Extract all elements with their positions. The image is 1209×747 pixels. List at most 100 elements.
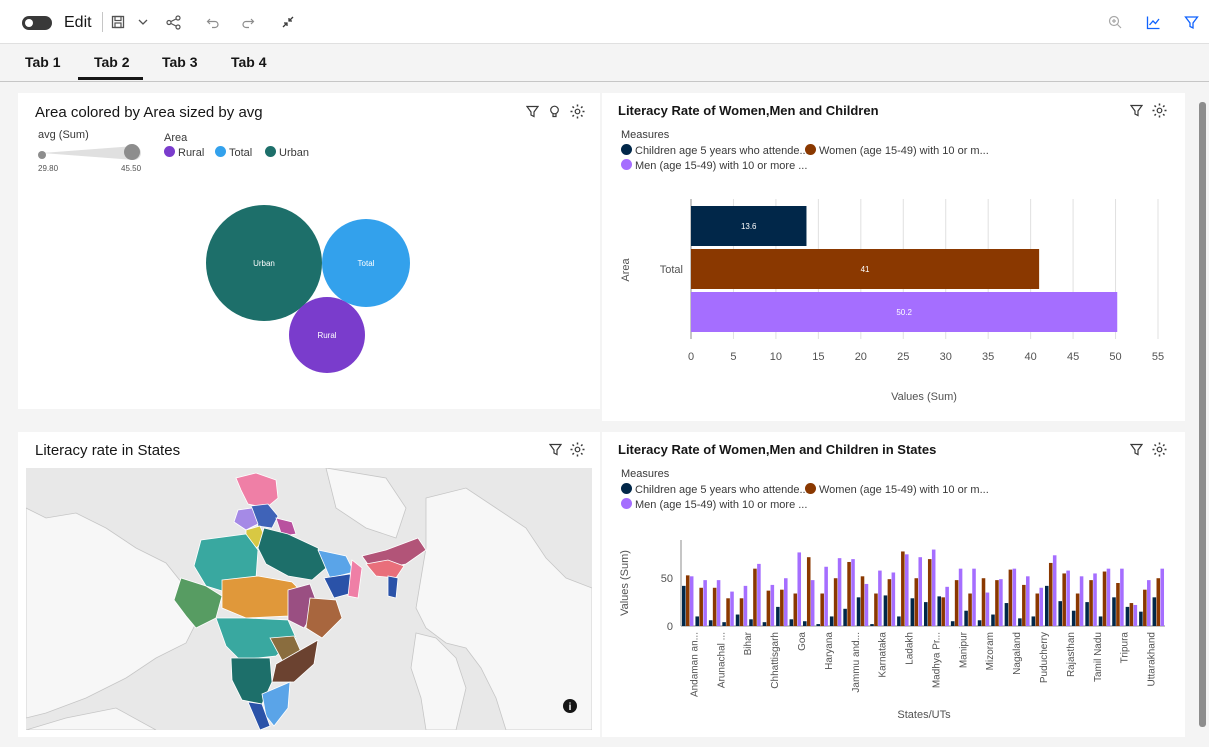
data-label: 50.2 xyxy=(896,308,912,317)
bar-women xyxy=(1035,593,1040,626)
tab-1[interactable]: Tab 1 xyxy=(25,54,61,70)
bar-children xyxy=(803,621,807,626)
bar-women xyxy=(1008,569,1013,626)
x-tick-label: Rajasthan xyxy=(1066,632,1077,677)
india-map[interactable]: i xyxy=(26,468,592,730)
line-chart-icon[interactable] xyxy=(1143,10,1163,34)
bar-men xyxy=(810,580,815,626)
undo-icon[interactable] xyxy=(203,10,223,34)
bar-men xyxy=(1133,604,1138,626)
bar-chart-panel[interactable]: Literacy Rate of Women,Men and Children … xyxy=(602,93,1185,421)
tab-4[interactable]: Tab 4 xyxy=(231,54,267,70)
x-tick-label: Tripura xyxy=(1120,632,1131,664)
x-tick-label: Madhya Pr... xyxy=(931,632,942,688)
toolbar: Edit xyxy=(0,0,1209,44)
bar-men xyxy=(797,552,802,626)
filter-icon[interactable] xyxy=(548,443,563,459)
bar-men xyxy=(743,585,748,626)
x-tick-label: Bihar xyxy=(743,631,754,655)
bar-children xyxy=(910,598,915,626)
bar-men xyxy=(1052,555,1057,626)
edit-toggle[interactable] xyxy=(22,16,52,30)
map-panel[interactable]: Literacy rate in States i xyxy=(18,432,600,737)
bar-children xyxy=(1112,597,1116,626)
active-tab-indicator xyxy=(78,77,143,80)
bar-women xyxy=(1022,584,1026,626)
collapse-icon[interactable] xyxy=(278,10,298,34)
bar-women xyxy=(847,561,851,626)
bar-children xyxy=(735,614,740,626)
bar-men xyxy=(972,568,976,626)
data-label: 41 xyxy=(861,265,870,274)
bar-women xyxy=(739,598,744,626)
x-tick-label: Jammu and... xyxy=(851,632,862,693)
bar-women xyxy=(874,593,878,626)
bar-children xyxy=(843,608,847,626)
x-tick-label: 5 xyxy=(730,351,736,363)
bar-children xyxy=(708,620,713,626)
bar-women xyxy=(685,575,690,626)
bar-men xyxy=(784,578,788,626)
x-tick-label: Chhattisgarh xyxy=(770,632,781,689)
zoom-in-icon[interactable] xyxy=(1105,10,1125,34)
bar-children xyxy=(964,610,968,626)
x-axis-label: Values (Sum) xyxy=(891,391,957,403)
filter-icon[interactable] xyxy=(1181,10,1201,34)
bar-children xyxy=(1071,610,1076,626)
bar-men xyxy=(824,566,828,626)
tab-2[interactable]: Tab 2 xyxy=(94,54,130,70)
settings-icon[interactable] xyxy=(570,442,585,460)
bar-children xyxy=(1058,601,1062,626)
bar-women xyxy=(820,593,824,626)
bar-children xyxy=(1031,616,1036,626)
share-icon[interactable] xyxy=(163,10,183,34)
bar-men xyxy=(1066,570,1070,626)
bubble-chart-panel[interactable]: Area colored by Area sized by avg avg (S… xyxy=(18,93,600,409)
bar-women xyxy=(1156,578,1161,626)
bar-women xyxy=(995,580,999,626)
x-tick-label: 15 xyxy=(812,351,824,363)
bubble-label-rural: Rural xyxy=(317,331,336,340)
bar-women xyxy=(712,587,717,626)
bar-children xyxy=(1018,618,1022,626)
bar-men xyxy=(1026,576,1030,626)
x-axis-label: States/UTs xyxy=(897,709,951,721)
x-tick-label: Nagaland xyxy=(1012,632,1023,675)
bar-men xyxy=(1106,568,1111,626)
horizontal-bar-chart: 0 5 10 15 20 25 30 35 40 45 50 55 13.6 41 50.2 Total Are… xyxy=(620,199,1164,403)
bar-men xyxy=(716,580,721,626)
bubble-plot: Urban Total Rural xyxy=(206,205,410,373)
bar-men xyxy=(1012,568,1017,626)
states-bar-chart-panel[interactable]: Literacy Rate of Women,Men and Children … xyxy=(602,432,1185,737)
redo-icon[interactable] xyxy=(238,10,258,34)
bar-women xyxy=(954,580,959,626)
save-icon[interactable] xyxy=(108,10,128,34)
bar-women xyxy=(1089,580,1093,626)
grouped-bar-chart: 0 50 Andaman an... Arunachal ... Bihar Chhatt… xyxy=(619,540,1165,721)
bar-children xyxy=(816,624,820,626)
tab-3[interactable]: Tab 3 xyxy=(162,54,198,70)
bar-children xyxy=(897,616,901,626)
scrollbar-thumb[interactable] xyxy=(1199,102,1206,727)
bar-children xyxy=(695,616,699,626)
bar-women xyxy=(1048,562,1053,626)
bar-children xyxy=(991,614,995,626)
bar-women xyxy=(1116,583,1120,626)
x-tick-label: 50 xyxy=(1109,351,1121,363)
bar-children xyxy=(722,622,726,626)
bar-women xyxy=(833,578,838,626)
bar-women xyxy=(1143,589,1147,626)
x-tick-label: Tamil Nadu xyxy=(1093,632,1104,682)
bar-men xyxy=(891,572,896,626)
bar-women xyxy=(887,579,892,626)
scrollbar[interactable] xyxy=(1196,90,1209,747)
bar-men xyxy=(931,549,936,626)
bar-men xyxy=(1160,568,1165,626)
state-tripura xyxy=(387,575,399,599)
bar-men xyxy=(1147,580,1151,626)
bar-children xyxy=(1152,597,1157,626)
chevron-down-icon[interactable] xyxy=(134,10,152,34)
bar-men xyxy=(985,592,990,626)
bar-children xyxy=(1085,602,1089,626)
x-tick-label: Uttarakhand xyxy=(1147,632,1158,686)
